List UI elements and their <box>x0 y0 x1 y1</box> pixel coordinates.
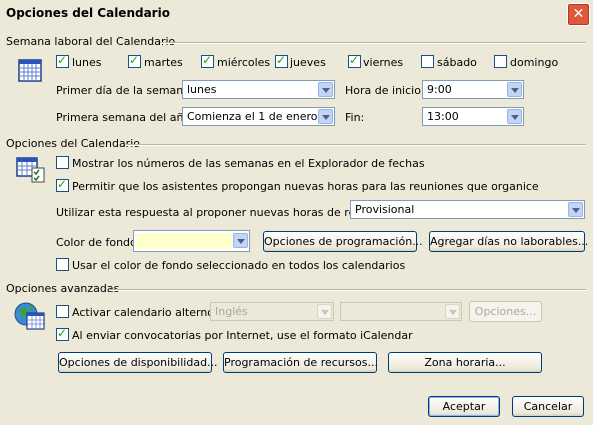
use-bg-all-label: Usar el color de fondo seleccionado en t… <box>72 259 406 272</box>
label-jueves: jueves <box>290 56 326 69</box>
show-week-numbers-checkbox[interactable] <box>56 156 69 169</box>
label-lunes: lunes <box>72 56 102 69</box>
first-day-label: Primer día de la semana: <box>56 84 194 97</box>
alt-calendar-language-select[interactable]: Inglés <box>210 302 334 321</box>
calendar-grid-icon <box>18 58 46 86</box>
show-week-numbers-label: Mostrar los números de las semanas en el… <box>72 157 425 170</box>
alt-calendar-options-button[interactable]: Opciones... <box>469 301 542 322</box>
start-time-label: Hora de inicio: <box>345 84 425 97</box>
checkbox-martes[interactable] <box>128 53 141 68</box>
ok-button[interactable]: Aceptar <box>428 396 500 417</box>
chevron-down-icon <box>507 82 522 97</box>
alt-calendar-language-value: Inglés <box>215 305 248 318</box>
chevron-down-icon <box>445 304 460 319</box>
bg-color-select[interactable] <box>133 230 250 252</box>
icalendar-label: Al enviar convocatorias por Internet, us… <box>72 329 413 342</box>
chevron-down-icon <box>318 82 333 97</box>
response-value: Provisional <box>355 203 415 216</box>
label-domingo: domingo <box>510 56 559 69</box>
label-viernes: viernes <box>363 56 404 69</box>
first-week-label: Primera semana del año: <box>56 111 194 124</box>
add-holidays-button[interactable]: Agregar días no laborables... <box>429 231 588 252</box>
first-week-select[interactable]: Comienza el 1 de enero <box>182 107 335 126</box>
chevron-down-icon <box>568 202 583 217</box>
end-time-value: 13:00 <box>427 110 459 123</box>
section-divider <box>160 42 586 44</box>
end-time-select[interactable]: 13:00 <box>422 107 524 126</box>
checkbox-jueves[interactable] <box>275 53 288 68</box>
checkbox-sabado[interactable] <box>421 55 434 68</box>
alt-calendar-checkbox[interactable] <box>56 305 69 318</box>
label-martes: martes <box>144 56 183 69</box>
checkbox-lunes[interactable] <box>56 53 69 68</box>
response-label: Utilizar esta respuesta al proponer nuev… <box>56 206 390 219</box>
chevron-down-icon <box>233 233 248 248</box>
icalendar-checkbox[interactable] <box>56 326 69 341</box>
first-day-select[interactable]: lunes <box>182 80 335 99</box>
allow-propose-checkbox[interactable] <box>56 177 69 192</box>
checkbox-viernes[interactable] <box>348 53 361 68</box>
label-miercoles: miércoles <box>217 56 271 69</box>
bg-color-swatch <box>136 233 232 249</box>
alt-calendar-label: Activar calendario alterno: <box>72 306 218 319</box>
resource-scheduling-button[interactable]: Programación de recursos... <box>223 352 378 373</box>
cancel-button[interactable]: Cancelar <box>512 396 584 417</box>
start-time-select[interactable]: 9:00 <box>422 80 524 99</box>
section-divider <box>126 144 586 146</box>
section-divider <box>110 289 586 291</box>
work-week-heading: Semana laboral del Calendario <box>6 35 176 48</box>
scheduling-options-button[interactable]: Opciones de programación... <box>263 231 423 252</box>
calendar-options-heading: Opciones del Calendario <box>6 137 140 150</box>
advanced-heading: Opciones avanzadas <box>6 282 120 295</box>
end-time-label: Fin: <box>345 111 365 124</box>
label-sabado: sábado <box>437 56 477 69</box>
chevron-down-icon <box>318 109 333 124</box>
start-time-value: 9:00 <box>427 83 452 96</box>
bg-color-label: Color de fondo: <box>56 236 141 249</box>
chevron-down-icon <box>317 304 332 319</box>
allow-propose-label: Permitir que los asistentes propongan nu… <box>72 180 539 193</box>
close-button[interactable]: ✕ <box>567 3 590 26</box>
calendar-checklist-icon <box>16 155 45 183</box>
window-title: Opciones del Calendario <box>6 6 170 20</box>
globe-calendar-icon <box>14 300 45 330</box>
time-zone-button[interactable]: Zona horaria... <box>388 352 542 373</box>
checkbox-miercoles[interactable] <box>201 53 214 68</box>
alt-calendar-type-select[interactable] <box>340 302 462 321</box>
use-bg-all-checkbox[interactable] <box>56 258 69 271</box>
first-day-value: lunes <box>187 83 217 96</box>
free-busy-options-button[interactable]: Opciones de disponibilidad... <box>58 352 218 373</box>
response-select[interactable]: Provisional <box>350 200 585 219</box>
chevron-down-icon <box>507 109 522 124</box>
first-week-value: Comienza el 1 de enero <box>187 110 318 123</box>
checkbox-domingo[interactable] <box>494 55 507 68</box>
